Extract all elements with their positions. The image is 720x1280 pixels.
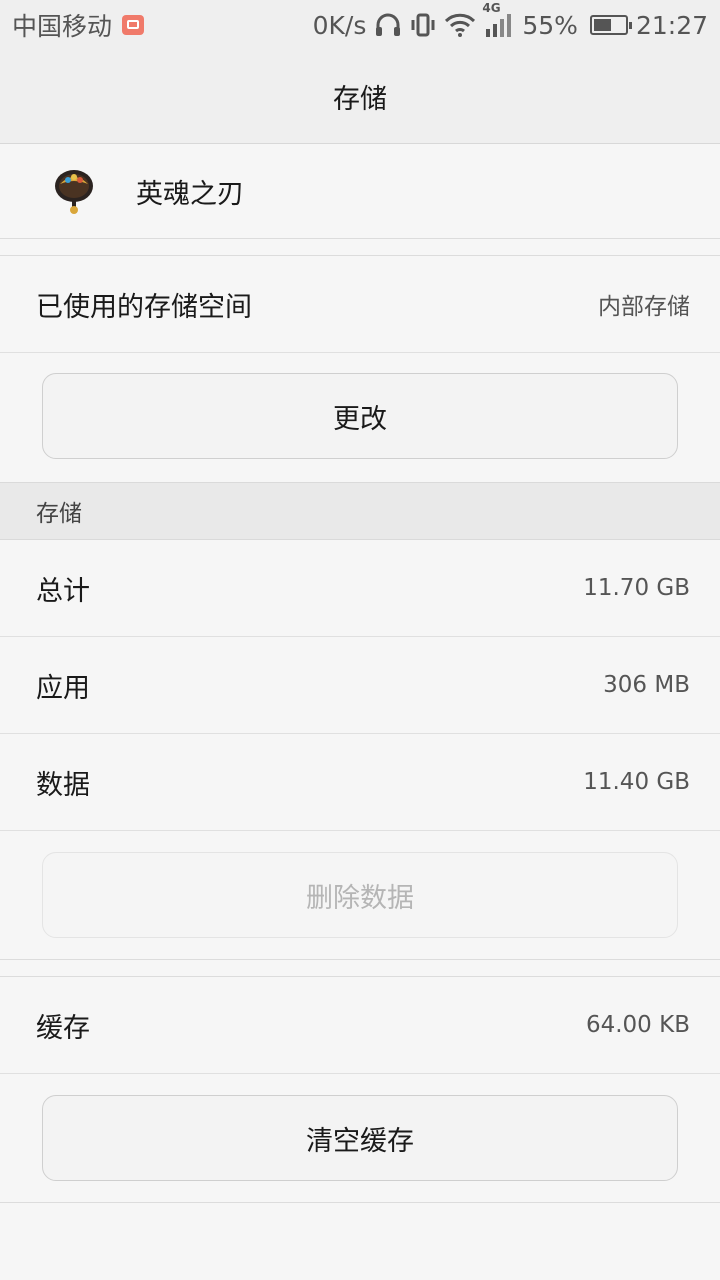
row-label: 数据 [36, 769, 90, 801]
page-title: 存储 [333, 84, 387, 115]
storage-row-total: 总计 11.70 GB [0, 540, 720, 637]
title-bar: 存储 [0, 50, 720, 144]
wifi-icon [444, 12, 476, 38]
battery-percent: 55% [522, 10, 578, 40]
storage-section-header: 存储 [0, 482, 720, 540]
delete-data-button[interactable]: 删除数据 [42, 852, 678, 938]
storage-row-apps: 应用 306 MB [0, 637, 720, 734]
signal-icon: 4G [482, 1, 514, 39]
carrier-name: 中国移动 [12, 12, 113, 41]
cache-row: 缓存 64.00 KB [0, 977, 720, 1074]
storage-used-row[interactable]: 已使用的存储空间 内部存储 [0, 256, 720, 353]
message-icon [122, 15, 145, 35]
battery-fill [593, 19, 611, 31]
row-label: 总计 [36, 575, 90, 607]
battery-icon [589, 15, 632, 35]
status-bar-right: 0K/s 4G 55% 21:27 [313, 0, 708, 50]
storage-used-label: 已使用的存储空间 [36, 291, 252, 323]
cache-label: 缓存 [36, 1012, 90, 1044]
change-storage-button[interactable]: 更改 [42, 373, 678, 459]
row-label: 应用 [36, 672, 90, 704]
headphones-icon [374, 12, 402, 38]
row-value: 306 MB [603, 672, 690, 698]
app-name: 英魂之刃 [136, 178, 244, 210]
vibrate-icon [410, 12, 436, 38]
status-bar: 中国移动 0K/s 4G 55% 21:27 [0, 0, 720, 50]
storage-row-data: 数据 11.40 GB [0, 734, 720, 831]
cache-value: 64.00 KB [585, 1012, 690, 1038]
row-value: 11.70 GB [583, 575, 690, 601]
section-title: 存储 [36, 501, 82, 527]
app-icon [52, 166, 96, 216]
status-bar-left: 中国移动 [12, 0, 145, 50]
row-value: 11.40 GB [583, 769, 690, 795]
divider [0, 1202, 720, 1203]
divider [0, 959, 720, 960]
storage-location-value: 内部存储 [598, 294, 690, 320]
app-info-row: 英魂之刃 [0, 144, 720, 239]
network-speed: 0K/s [312, 10, 367, 40]
clock: 21:27 [635, 10, 708, 40]
network-type-label: 4G [482, 1, 501, 15]
clear-cache-button[interactable]: 清空缓存 [42, 1095, 678, 1181]
